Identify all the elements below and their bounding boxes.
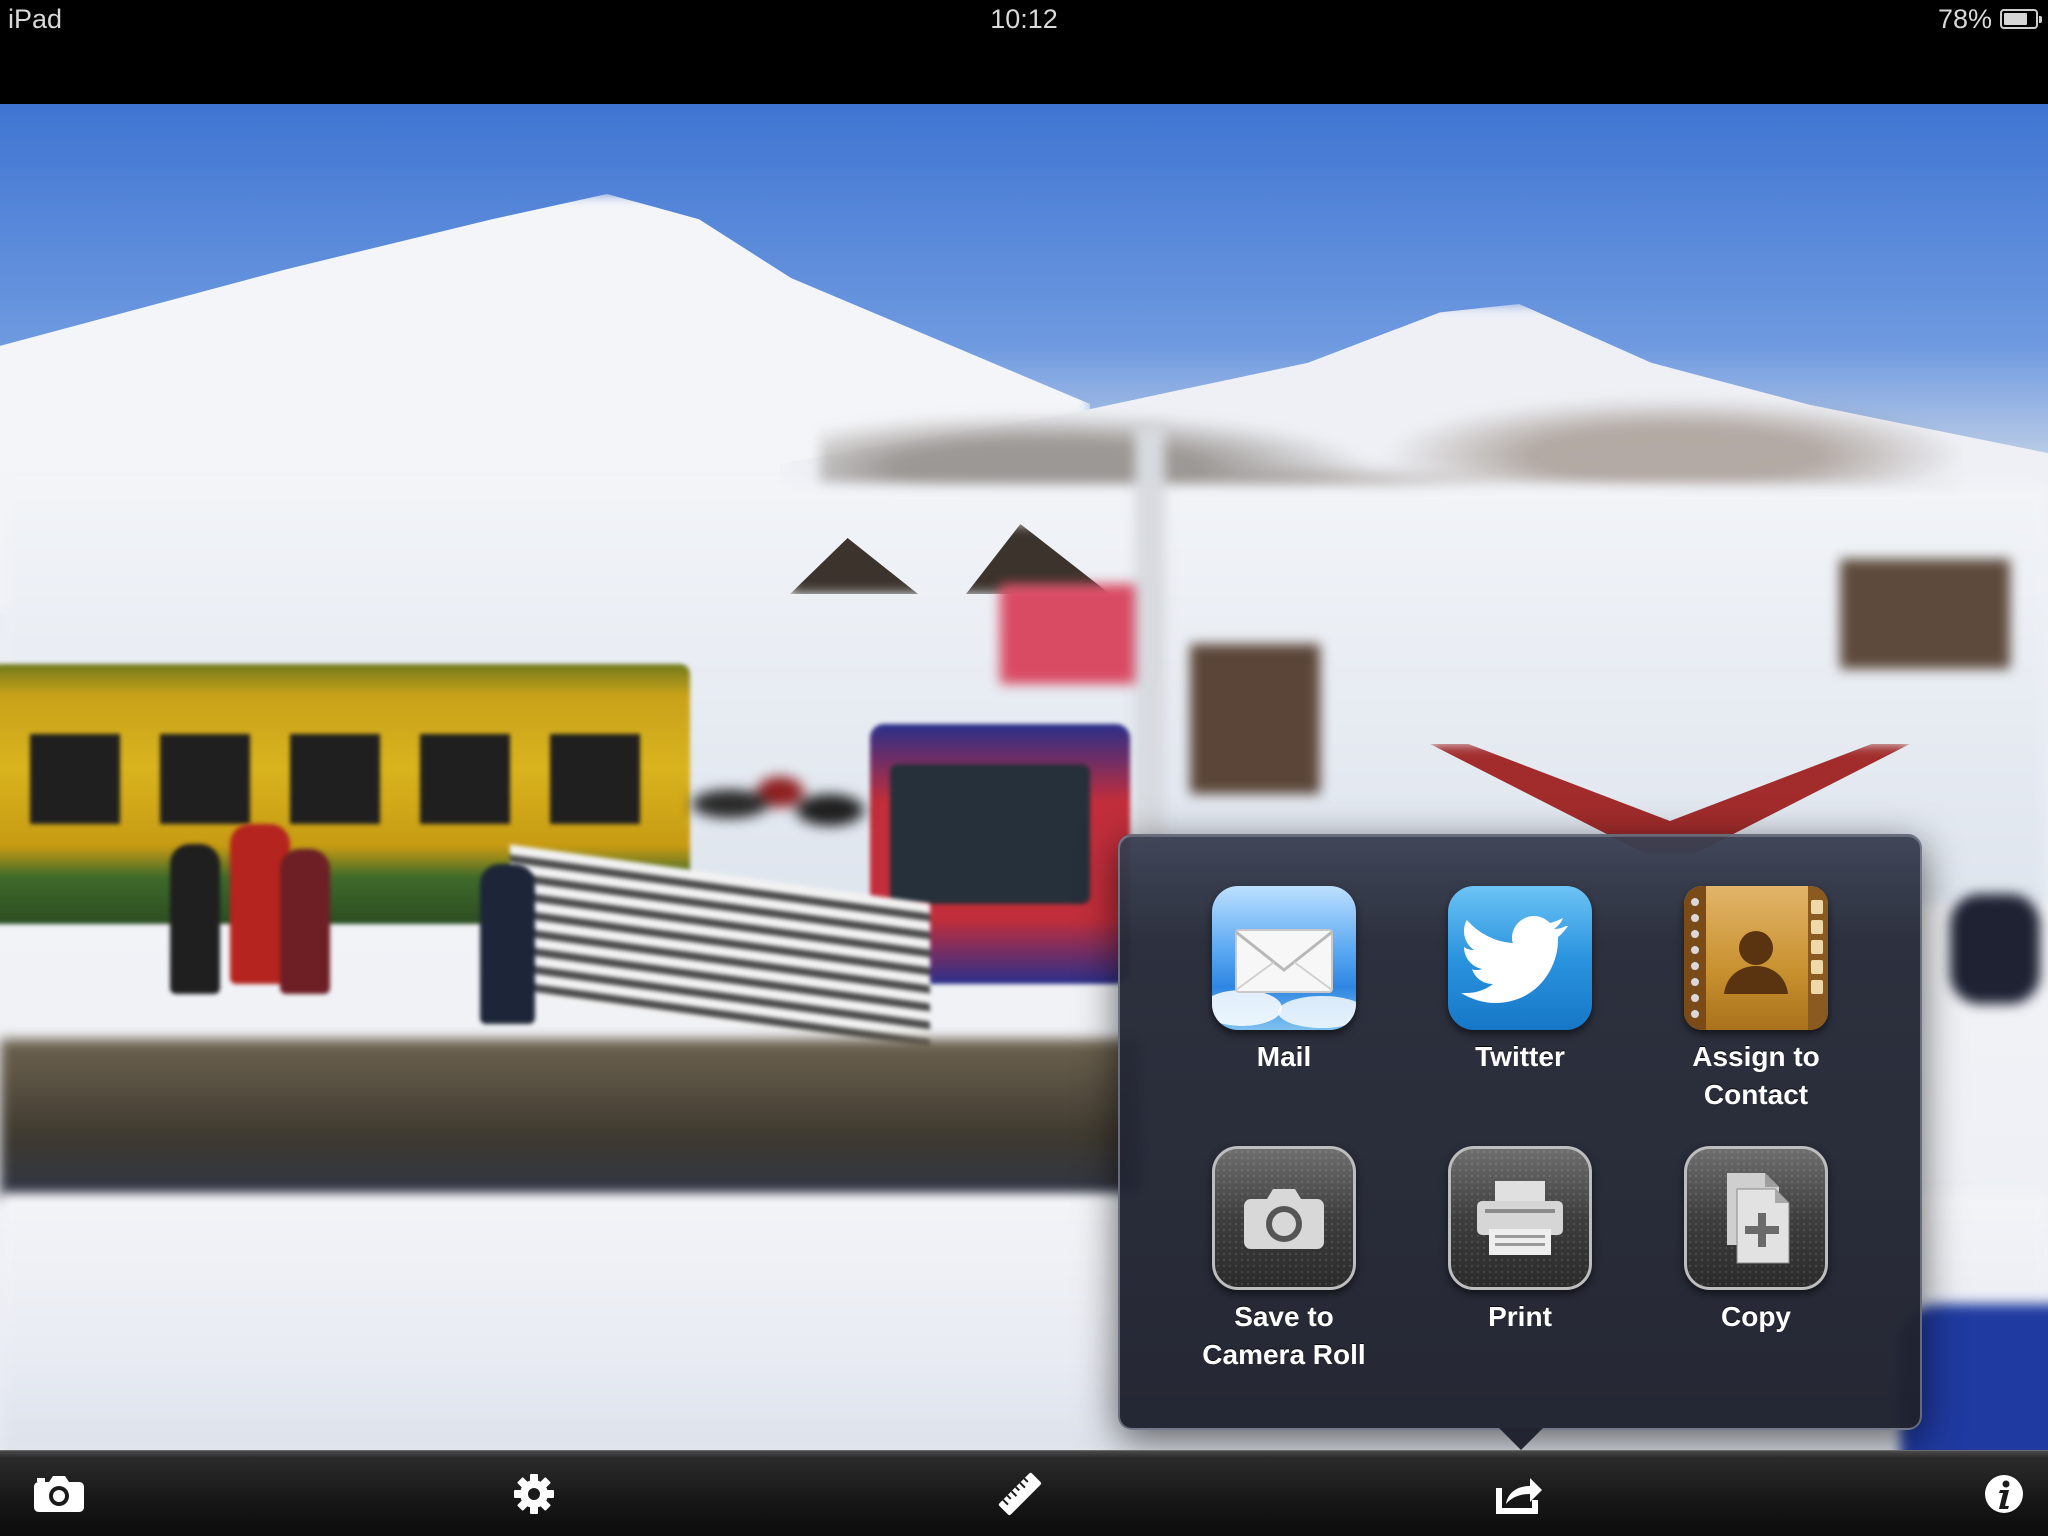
share-button[interactable] <box>1490 1469 1546 1519</box>
copy-document-icon <box>1684 1146 1828 1290</box>
info-button[interactable] <box>1976 1469 2032 1519</box>
right-dark-object <box>1900 1304 2048 1450</box>
chalet-right <box>1840 559 2010 669</box>
gear-icon <box>514 1474 554 1514</box>
bottom-toolbar <box>0 1450 2048 1536</box>
ruler-button[interactable] <box>992 1469 1048 1519</box>
mail-icon <box>1212 886 1356 1030</box>
camera-button[interactable] <box>30 1469 86 1519</box>
share-save-camera-roll-button[interactable]: Save to Camera Roll <box>1166 1146 1402 1374</box>
share-assign-contact-button[interactable]: Assign to Contact <box>1638 886 1874 1114</box>
battery-fill <box>2004 13 2028 25</box>
share-print-label: Print <box>1488 1301 1552 1332</box>
crowd <box>690 744 890 864</box>
battery-percent: 78% <box>1937 4 1992 34</box>
right-skier <box>1950 894 2040 1004</box>
printer-icon <box>1448 1146 1592 1290</box>
save-label-line2: Camera Roll <box>1202 1339 1366 1370</box>
contacts-book-icon <box>1684 886 1828 1030</box>
station-building <box>1190 644 1320 794</box>
share-popover: Mail Twitter Assign to Contact Save to C… <box>1118 834 1922 1430</box>
pole <box>1135 424 1165 844</box>
skier-4 <box>480 864 535 1024</box>
share-assign-contact-label: Assign to Contact <box>1638 1038 1874 1114</box>
share-arrow-icon <box>1496 1478 1542 1514</box>
settings-button[interactable] <box>506 1469 562 1519</box>
skier-1 <box>170 844 220 994</box>
platform-shadow <box>0 1039 1140 1199</box>
share-twitter-label: Twitter <box>1475 1041 1565 1072</box>
red-sign <box>1000 584 1150 684</box>
twitter-bird-icon <box>1448 886 1592 1030</box>
share-mail-label: Mail <box>1256 1041 1312 1072</box>
snow-groomer-window <box>890 764 1090 904</box>
share-copy-button[interactable]: Copy <box>1638 1146 1874 1336</box>
share-print-button[interactable]: Print <box>1402 1146 1638 1336</box>
status-bar: iPad 10:12 78% <box>0 0 2048 40</box>
skier-3 <box>280 849 330 994</box>
save-label-line1: Save to <box>1234 1301 1334 1332</box>
camera-icon <box>34 1476 84 1512</box>
clock: 10:12 <box>990 4 1058 34</box>
share-mail-button[interactable]: Mail <box>1166 886 1402 1076</box>
share-save-camera-roll-label: Save to Camera Roll <box>1166 1298 1402 1374</box>
ruler-icon <box>998 1472 1042 1516</box>
share-twitter-button[interactable]: Twitter <box>1402 886 1638 1076</box>
share-copy-label: Copy <box>1721 1301 1791 1332</box>
ipad-screen: iPad 10:12 78% Mail Twitter Assign to Co… <box>0 0 2048 1536</box>
assign-label-line1: Assign to <box>1692 1041 1820 1072</box>
assign-label-line2: Contact <box>1703 1079 1809 1110</box>
camera-icon <box>1212 1146 1356 1290</box>
info-icon <box>1985 1475 2023 1513</box>
battery-icon <box>2000 9 2042 29</box>
popover-arrow <box>1499 1428 1543 1450</box>
train-windows <box>30 734 670 824</box>
